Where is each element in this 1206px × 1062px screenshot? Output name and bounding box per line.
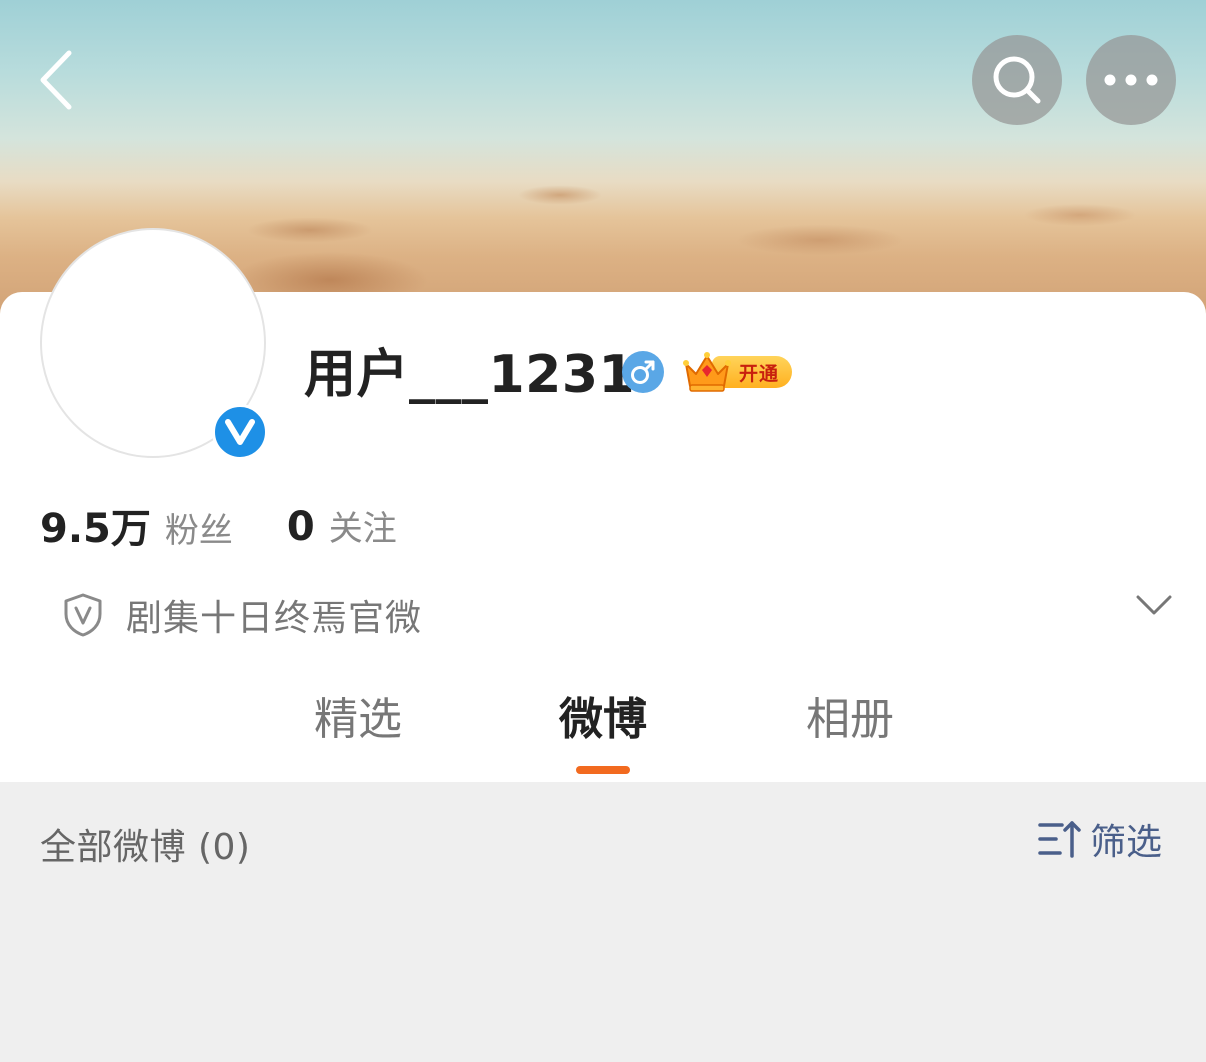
vip-open-badge[interactable]: 开通 <box>682 350 794 394</box>
filter-label: 筛选 <box>1089 822 1162 863</box>
shield-v-icon <box>64 593 102 637</box>
following-label: 关注 <box>328 508 397 549</box>
active-tab-indicator <box>576 766 630 774</box>
followers-stat[interactable]: 9.5万 粉丝 <box>40 496 233 554</box>
avatar-container[interactable] <box>40 228 268 460</box>
username: 用户___1231 <box>304 345 636 405</box>
more-horizontal-icon <box>1104 74 1158 86</box>
following-stat[interactable]: 0 关注 <box>287 501 397 550</box>
vip-label: 开通 <box>738 362 779 385</box>
verified-badge <box>212 404 268 460</box>
tab-featured[interactable]: 精选 <box>312 690 404 750</box>
followers-count: 9.5万 <box>40 506 151 552</box>
chevron-down-icon[interactable] <box>1136 594 1172 616</box>
verified-v-icon <box>225 419 255 445</box>
followers-label: 粉丝 <box>164 511 233 551</box>
all-posts-count: 全部微博 (0) <box>40 827 251 868</box>
intro-text: 剧集十日终焉官微 <box>126 598 423 639</box>
back-button[interactable] <box>30 48 80 112</box>
tab-album[interactable]: 相册 <box>804 690 896 750</box>
feed-header: 全部微博 (0) 筛选 <box>0 782 1206 892</box>
search-icon <box>993 56 1041 104</box>
crown-icon <box>683 352 731 392</box>
profile-stats: 9.5万 粉丝 0 关注 <box>40 500 397 553</box>
search-button[interactable] <box>972 35 1062 125</box>
tab-weibo[interactable]: 微博 <box>556 690 650 750</box>
following-count: 0 <box>286 503 315 550</box>
filter-button[interactable]: 筛选 <box>1038 816 1162 863</box>
filter-sort-icon <box>1038 821 1081 858</box>
more-button[interactable] <box>1086 35 1176 125</box>
profile-intro-row[interactable]: 剧集十日终焉官微 <box>62 588 1172 642</box>
chevron-left-icon <box>40 50 72 110</box>
male-icon <box>622 351 664 393</box>
